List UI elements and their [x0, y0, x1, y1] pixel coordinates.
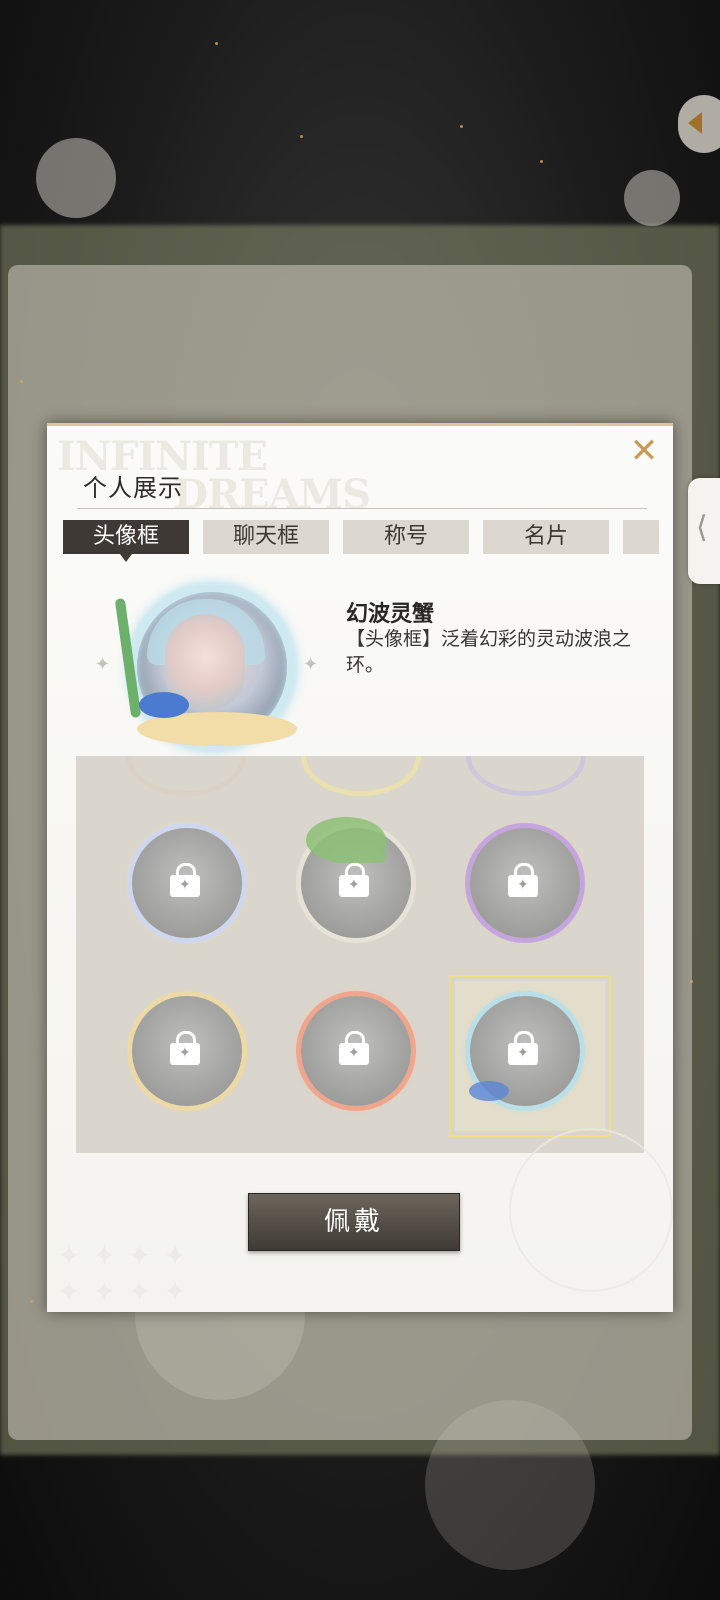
wear-button[interactable]: 佩戴	[248, 1193, 460, 1251]
background-bubble	[425, 1400, 595, 1570]
chevron-left-icon: ⟨	[696, 510, 708, 545]
background-avatar	[36, 138, 116, 218]
frame-thumbnail[interactable]: ✦	[117, 981, 267, 1131]
star-dot	[20, 380, 23, 383]
back-button[interactable]	[678, 95, 720, 153]
crab-icon	[139, 692, 189, 718]
frame-thumbnail[interactable]: ✦	[286, 981, 436, 1131]
star-dot	[215, 42, 218, 45]
frame-thumbnail[interactable]: ✦	[286, 813, 436, 963]
tab-title[interactable]: 称号	[343, 520, 469, 554]
tab-more[interactable]	[623, 520, 659, 554]
modal-title: 个人展示	[83, 474, 183, 502]
lock-icon: ✦	[168, 1031, 202, 1065]
tab-avatar-frame[interactable]: 头像框	[63, 520, 189, 562]
tab-chat-frame[interactable]: 聊天框	[203, 520, 329, 554]
star-dot	[690, 980, 693, 983]
personal-display-modal: INFINITE DREAMS ✕ 个人展示 头像框 聊天框 称号 名片 ✦ ✦…	[47, 423, 673, 1312]
frame-grid[interactable]: ✦ ✦ ✦ ✦ ✦ ✦	[76, 756, 644, 1153]
star-dot	[540, 160, 543, 163]
background-icon	[624, 170, 680, 226]
lock-icon: ✦	[506, 863, 540, 897]
frame-thumbnail[interactable]: ✦	[117, 813, 267, 963]
title-divider	[77, 508, 647, 509]
side-drawer-handle[interactable]: ⟨	[688, 478, 720, 584]
crab-icon	[469, 1081, 509, 1101]
star-dot	[460, 125, 463, 128]
tab-name-card[interactable]: 名片	[483, 520, 609, 554]
sparkle-icon: ✦	[303, 654, 319, 675]
star-decoration: ✦✦✦✦	[57, 1275, 199, 1308]
lock-icon: ✦	[337, 1031, 371, 1065]
compass-decoration	[509, 1128, 673, 1292]
avatar-frame-preview: ✦ ✦	[95, 584, 318, 754]
item-description: 【头像框】泛着幻彩的灵动波浪之环。	[346, 628, 632, 676]
close-icon[interactable]: ✕	[629, 434, 659, 468]
sparkle-icon: ✦	[95, 654, 111, 675]
tab-bar: 头像框 聊天框 称号 名片	[63, 520, 659, 562]
frame-thumbnail-selected[interactable]: ✦	[449, 975, 611, 1137]
lock-icon: ✦	[337, 863, 371, 897]
star-decoration: ✦✦✦✦	[57, 1239, 199, 1272]
star-dot	[300, 135, 303, 138]
frame-thumbnail[interactable]: ✦	[455, 813, 605, 963]
leaf-decoration	[306, 817, 386, 863]
lock-icon: ✦	[168, 863, 202, 897]
frame-thumbnail-partial[interactable]	[126, 756, 246, 796]
item-name: 幻波灵蟹	[346, 602, 435, 627]
frame-thumbnail-partial[interactable]	[466, 756, 586, 796]
star-dot	[30, 1300, 33, 1303]
arrow-left-icon	[688, 112, 702, 134]
lock-icon: ✦	[506, 1031, 540, 1065]
frame-thumbnail-partial[interactable]	[301, 756, 421, 796]
